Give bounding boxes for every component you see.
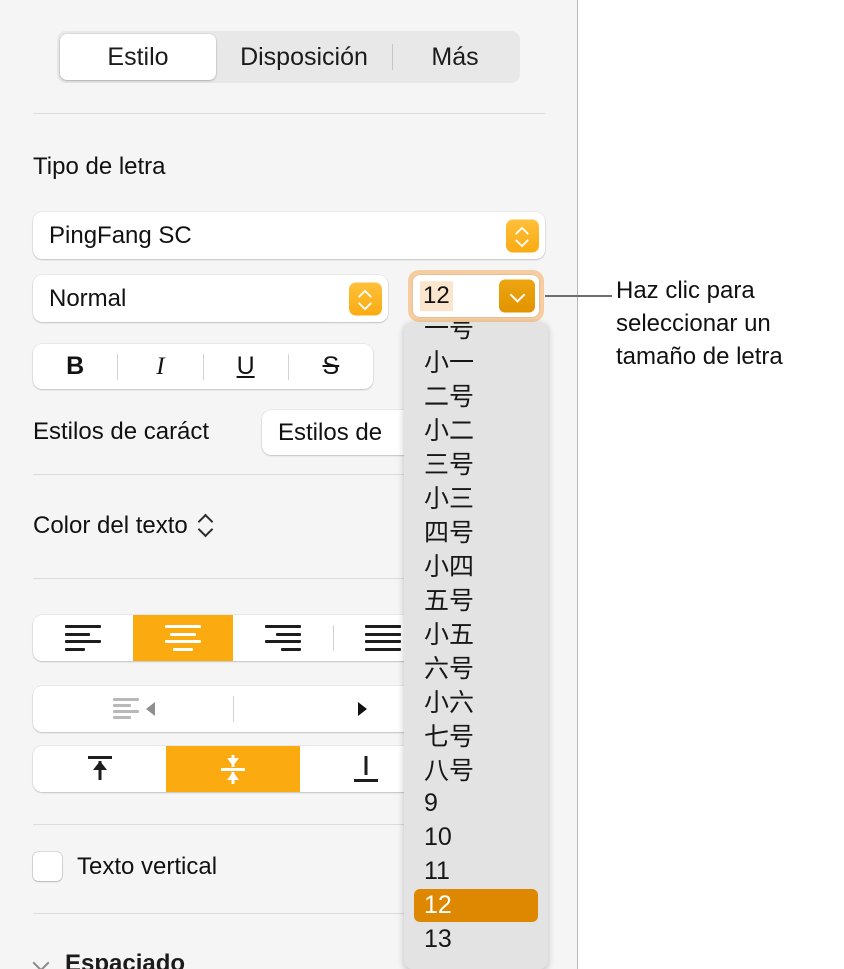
tab-estilo[interactable]: Estilo	[60, 34, 216, 80]
font-size-menu-item[interactable]: 12	[404, 888, 548, 922]
text-style-segmented-control: B I U S	[33, 344, 373, 389]
font-size-menu-item[interactable]: 七号	[404, 718, 548, 752]
align-left-button[interactable]	[33, 615, 133, 661]
font-size-menu-item[interactable]: 五号	[404, 582, 548, 616]
font-size-menu-item[interactable]: 9	[404, 786, 548, 820]
font-size-chevron-down-icon[interactable]	[499, 279, 535, 313]
chevron-down-icon[interactable]	[33, 955, 51, 969]
align-bottom-icon	[349, 754, 383, 784]
font-size-field[interactable]: 12	[413, 275, 539, 317]
font-family-field[interactable]: PingFang SC	[33, 212, 545, 259]
font-size-menu-item[interactable]: 11	[404, 854, 548, 888]
align-right-icon	[265, 625, 301, 651]
font-size-menu-item-label: 小六	[424, 689, 475, 717]
font-size-menu-item-label: 八号	[424, 757, 475, 785]
font-size-menu-item-label: 12	[424, 890, 452, 919]
vertical-alignment-segmented-control	[33, 746, 433, 792]
underline-button[interactable]: U	[204, 352, 288, 381]
font-size-menu-item-label: 一号	[424, 322, 475, 343]
font-section-heading: Tipo de letra	[33, 153, 166, 180]
align-right-button[interactable]	[233, 615, 333, 661]
valign-top-button[interactable]	[33, 746, 166, 792]
tab-disposicion[interactable]: Disposición	[216, 34, 392, 80]
font-size-dropdown-menu[interactable]: 一号小一二号小二三号小三四号小四五号小五六号小六七号八号 9 10 11 12 13	[404, 322, 548, 969]
strikethrough-button[interactable]: S	[289, 352, 373, 381]
font-size-menu-item-label: 六号	[424, 655, 475, 683]
font-size-menu-item-label: 9	[424, 788, 438, 817]
font-size-menu-item[interactable]: 小六	[404, 684, 548, 718]
tab-mas-label: Más	[431, 42, 479, 71]
callout-text: Haz clic para seleccionar un tamaño de l…	[616, 277, 783, 370]
font-size-menu-item-label: 二号	[424, 383, 475, 411]
decrease-indent-icon	[113, 697, 155, 721]
font-size-menu-item-label: 10	[424, 822, 452, 851]
align-top-icon	[83, 754, 117, 784]
align-left-icon	[65, 625, 101, 651]
text-color-label: Color del texto	[33, 512, 188, 539]
font-size-menu-item-label: 三号	[424, 451, 475, 479]
font-size-menu-item[interactable]: 三号	[404, 446, 548, 480]
align-divider	[333, 625, 334, 651]
align-justify-icon	[365, 625, 401, 651]
indent-segmented-control	[33, 686, 433, 732]
font-size-value: 12	[420, 281, 453, 311]
inspector-tab-bar: Estilo Disposición Más	[57, 31, 520, 83]
font-size-menu-item-label: 13	[424, 924, 452, 953]
font-style-stepper-icon[interactable]	[349, 282, 382, 315]
tab-mas[interactable]: Más	[393, 34, 517, 80]
font-family-stepper-icon[interactable]	[506, 219, 539, 252]
font-size-menu-item-label: 七号	[424, 723, 475, 751]
spacing-section-label: Espaciado	[65, 950, 186, 969]
indent-divider	[233, 696, 234, 722]
up-down-chevron-icon[interactable]	[198, 513, 212, 539]
font-size-menu-item[interactable]: 二号	[404, 378, 548, 412]
spacing-section-header[interactable]: Espaciado	[33, 950, 185, 969]
italic-button[interactable]: I	[118, 353, 202, 381]
font-family-value: PingFang SC	[49, 221, 192, 249]
font-size-menu-item-label: 小四	[424, 553, 475, 581]
character-styles-label: Estilos de caráct	[33, 418, 210, 445]
vertical-text-checkbox-row[interactable]: Texto vertical	[33, 852, 217, 881]
font-size-menu-item[interactable]: 13	[404, 922, 548, 956]
divider-under-tabs	[33, 113, 545, 114]
tab-disposicion-label: Disposición	[240, 42, 368, 71]
callout-leader-line	[545, 295, 612, 297]
valign-middle-button[interactable]	[166, 746, 300, 792]
font-size-focus-ring: 12	[408, 270, 544, 322]
font-size-menu-item[interactable]: 10	[404, 820, 548, 854]
align-middle-icon	[216, 754, 250, 784]
align-center-button[interactable]	[133, 615, 233, 661]
font-size-menu-item-label: 小三	[424, 485, 475, 513]
font-size-menu-list: 一号小一二号小二三号小三四号小四五号小五六号小六七号八号 9 10 11 12 13	[404, 322, 548, 956]
font-size-menu-item[interactable]: 八号	[404, 752, 548, 786]
font-size-menu-item[interactable]: 小三	[404, 480, 548, 514]
text-color-disclosure[interactable]: Color del texto	[33, 512, 212, 540]
font-size-menu-item-label: 小二	[424, 417, 475, 445]
font-size-menu-item[interactable]: 小四	[404, 548, 548, 582]
font-size-menu-item-label: 四号	[424, 519, 475, 547]
font-size-menu-item[interactable]: 四号	[404, 514, 548, 548]
vertical-text-label: Texto vertical	[77, 852, 218, 880]
character-styles-value: Estilos de	[278, 418, 383, 446]
increase-indent-icon	[313, 697, 367, 721]
bold-button[interactable]: B	[33, 352, 117, 381]
paragraph-alignment-segmented-control	[33, 615, 433, 661]
font-size-menu-item-label: 五号	[424, 587, 475, 615]
font-style-field[interactable]: Normal	[33, 275, 388, 322]
font-size-menu-item[interactable]: 小五	[404, 616, 548, 650]
font-size-menu-item-label: 小五	[424, 621, 475, 649]
font-size-menu-item[interactable]: 一号	[404, 322, 548, 344]
font-size-menu-item[interactable]: 六号	[404, 650, 548, 684]
increase-indent-button[interactable]	[233, 686, 433, 732]
font-size-menu-item[interactable]: 小二	[404, 412, 548, 446]
align-center-icon	[165, 625, 201, 651]
font-style-value: Normal	[49, 284, 127, 312]
font-size-menu-item-label: 11	[424, 856, 450, 885]
font-size-menu-item[interactable]: 小一	[404, 344, 548, 378]
decrease-indent-button[interactable]	[33, 686, 233, 732]
tab-estilo-label: Estilo	[107, 42, 169, 71]
vertical-text-checkbox[interactable]	[33, 852, 62, 881]
font-size-menu-item-label: 小一	[424, 349, 475, 377]
